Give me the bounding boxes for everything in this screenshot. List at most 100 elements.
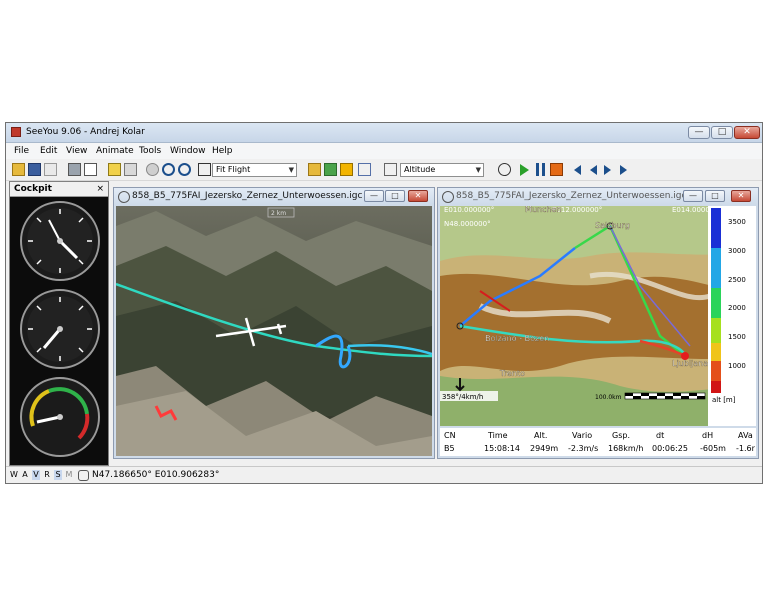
open-folder-icon[interactable] xyxy=(12,163,25,176)
cell-dt: 00:06:25 xyxy=(652,444,688,453)
chevron-down-icon: ▼ xyxy=(475,166,481,174)
save-icon[interactable] xyxy=(28,163,41,176)
menu-file[interactable]: File xyxy=(14,146,29,156)
chevron-down-icon: ▼ xyxy=(288,166,294,174)
fast-forward-icon[interactable] xyxy=(620,165,627,175)
col-dh: dH xyxy=(702,431,714,440)
3d-view-icon[interactable] xyxy=(340,163,353,176)
cell-ava: -1.6r xyxy=(736,444,755,453)
print-icon[interactable] xyxy=(68,163,81,176)
scale-bar xyxy=(624,392,706,400)
mode-r[interactable]: R xyxy=(43,470,51,480)
app-icon xyxy=(11,127,21,137)
menu-bar: File Edit View Animate Tools Window Help xyxy=(6,143,762,159)
wind-label: 358°/4km/h xyxy=(442,393,483,401)
cell-time: 15:08:14 xyxy=(484,444,520,453)
altitude-select[interactable]: Altitude ▼ xyxy=(400,163,484,177)
cursor-coordinates: N47.186650° E010.906283° xyxy=(92,470,220,480)
map-title: 858_B5_775FAI_Jezersko_Zernez_Unterwoess… xyxy=(456,191,687,201)
col-cn: CN xyxy=(444,431,456,440)
place-trento: Trento xyxy=(499,369,525,378)
rewind-icon[interactable] xyxy=(574,165,581,175)
altitude-colorbar xyxy=(711,208,721,393)
cloud-icon[interactable] xyxy=(44,163,57,176)
place-ljubljana: Ljubljana xyxy=(672,359,708,368)
zoom-out-icon[interactable] xyxy=(178,163,191,176)
toolbar: Fit Flight ▼ Altitude ▼ xyxy=(6,160,762,181)
cell-alt: 2949m xyxy=(530,444,559,453)
cell-gsp: 168km/h xyxy=(608,444,644,453)
cockpit-panel: Cockpit × xyxy=(9,181,109,466)
map-titlebar: 858_B5_775FAI_Jezersko_Zernez_Unterwoess… xyxy=(438,188,758,204)
altitude-value: Altitude xyxy=(404,165,436,174)
globe-icon[interactable] xyxy=(146,163,159,176)
pen-icon[interactable] xyxy=(124,163,137,176)
menu-animate[interactable]: Animate xyxy=(96,146,134,156)
place-bolzano: Bolzano - Bozen xyxy=(485,334,549,343)
altimeter-gauge xyxy=(20,201,100,281)
map-view[interactable]: E010.000000° E012.000000° E014.000000° N… xyxy=(440,206,756,426)
map-minimize-button[interactable]: — xyxy=(683,190,703,202)
legend-2000: 2000 xyxy=(728,304,746,312)
mode-m[interactable]: M xyxy=(65,470,73,480)
legend-1000: 1000 xyxy=(728,362,746,370)
place-munchen: Munchen xyxy=(525,206,562,214)
status-bar: W A V R S M N47.186650° E010.906283° xyxy=(6,466,762,483)
3d-view-window: 858_B5_775FAI_Jezersko_Zernez_Unterwoess… xyxy=(113,187,435,459)
cockpit-close-icon[interactable]: × xyxy=(96,184,104,194)
3d-maximize-button[interactable]: □ xyxy=(385,190,405,202)
cell-vario: -2.3m/s xyxy=(568,444,599,453)
mode-v[interactable]: V xyxy=(32,470,40,480)
3d-minimize-button[interactable]: — xyxy=(364,190,384,202)
menu-help[interactable]: Help xyxy=(212,146,233,156)
vario-gauge xyxy=(20,289,100,369)
menu-view[interactable]: View xyxy=(66,146,87,156)
mode-s[interactable]: S xyxy=(54,470,62,480)
mode-w[interactable]: W xyxy=(10,470,18,480)
3d-close-button[interactable]: ✕ xyxy=(408,190,428,202)
barogram-icon[interactable] xyxy=(358,163,371,176)
col-time: Time xyxy=(488,431,508,440)
pause-icon[interactable] xyxy=(536,163,545,176)
col-dt: dt xyxy=(656,431,665,440)
hand-icon[interactable] xyxy=(78,470,89,481)
3d-scale-label: 2 km xyxy=(271,210,286,217)
map-maximize-button[interactable]: □ xyxy=(705,190,725,202)
zoom-in-icon[interactable] xyxy=(162,163,175,176)
3d-view-titlebar: 858_B5_775FAI_Jezersko_Zernez_Unterwoess… xyxy=(114,188,434,204)
scale-label: 100.0km xyxy=(595,394,622,401)
close-button[interactable]: ✕ xyxy=(734,126,760,139)
mode-a[interactable]: A xyxy=(21,470,29,480)
marker-icon[interactable] xyxy=(108,163,121,176)
help-pointer-icon[interactable] xyxy=(198,163,211,176)
print-preview-icon[interactable] xyxy=(84,163,97,176)
menu-window[interactable]: Window xyxy=(170,146,206,156)
coord-label-top: E010.000000° xyxy=(444,206,494,214)
map-icon[interactable] xyxy=(324,163,337,176)
stop-icon[interactable] xyxy=(550,163,563,176)
legend-3000: 3000 xyxy=(728,247,746,255)
airspeed-gauge xyxy=(20,377,100,457)
map-close-button[interactable]: ✕ xyxy=(731,190,751,202)
menu-tools[interactable]: Tools xyxy=(139,146,161,156)
fit-flight-value: Fit Flight xyxy=(216,165,251,174)
parameter-icon[interactable] xyxy=(384,163,397,176)
clock-icon[interactable] xyxy=(498,163,511,176)
play-icon[interactable] xyxy=(520,164,529,176)
flight-file-icon xyxy=(118,191,130,203)
col-alt: Alt. xyxy=(534,431,548,440)
open-task-icon[interactable] xyxy=(308,163,321,176)
minimize-button[interactable]: — xyxy=(688,126,710,139)
coord-label-left: N48.000000° xyxy=(444,220,491,228)
3d-terrain-view[interactable]: 2 km xyxy=(116,206,432,456)
menu-edit[interactable]: Edit xyxy=(40,146,57,156)
legend-1500: 1500 xyxy=(728,333,746,341)
col-ava: AVa xyxy=(738,431,753,440)
title-bar: SeeYou 9.06 - Andrej Kolar — □ ✕ xyxy=(6,123,762,143)
legend-2500: 2500 xyxy=(728,276,746,284)
step-forward-icon[interactable] xyxy=(604,165,611,175)
step-back-icon[interactable] xyxy=(590,165,597,175)
col-gsp: Gsp. xyxy=(612,431,630,440)
maximize-button[interactable]: □ xyxy=(711,126,733,139)
fit-flight-select[interactable]: Fit Flight ▼ xyxy=(212,163,297,177)
